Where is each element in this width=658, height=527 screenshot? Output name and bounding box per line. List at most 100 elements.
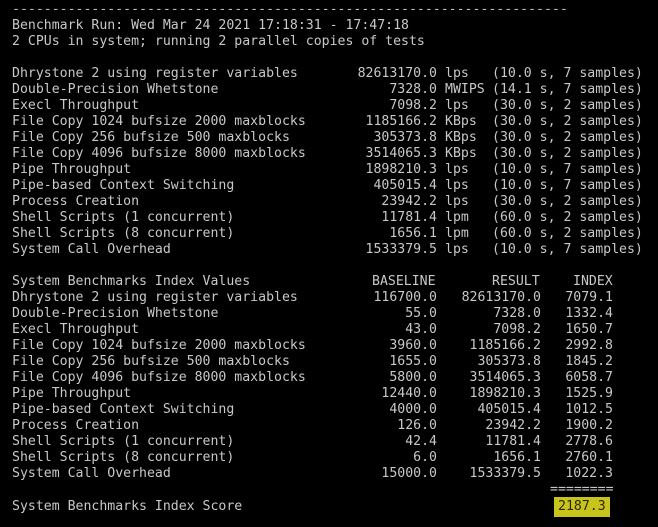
- index-row-baseline: 55.0: [405, 306, 437, 321]
- benchmark-run-line: Benchmark Run: Wed Mar 24 2021 17:18:31 …: [12, 18, 409, 33]
- index-row-result: 23942.2: [485, 418, 541, 433]
- result-samples: (30.0 s, 2 samples): [492, 114, 643, 129]
- score-label: System Benchmarks Index Score: [12, 499, 243, 514]
- result-value: 11781.4: [381, 210, 437, 225]
- index-row-result: 1185166.2: [469, 338, 541, 353]
- index-score-value: 2187.3: [554, 497, 610, 517]
- result-name: Process Creation: [12, 194, 140, 209]
- index-row-name: Process Creation: [12, 418, 140, 433]
- index-row-name: Double-Precision Whetstone: [12, 306, 219, 321]
- index-row-baseline: 3960.0: [389, 338, 437, 353]
- result-unit: lps: [445, 98, 469, 113]
- result-value: 405015.4: [373, 178, 437, 193]
- index-row-index: 7079.1: [565, 290, 613, 305]
- index-table-title: System Benchmarks Index Values: [12, 274, 251, 289]
- result-name: File Copy 256 bufsize 500 maxblocks: [12, 130, 290, 145]
- result-unit: lps: [445, 178, 469, 193]
- result-unit: lps: [445, 194, 469, 209]
- result-header: RESULT: [492, 274, 540, 289]
- result-samples: (10.0 s, 7 samples): [492, 66, 643, 81]
- index-row-index: 2992.8: [565, 338, 613, 353]
- index-row-baseline: 116700.0: [373, 290, 437, 305]
- result-name: File Copy 1024 bufsize 2000 maxblocks: [12, 114, 306, 129]
- index-row-index: 2778.6: [565, 434, 613, 449]
- index-row-name: Shell Scripts (8 concurrent): [12, 450, 235, 465]
- index-row-result: 1656.1: [493, 450, 541, 465]
- result-value: 1898210.3: [365, 162, 437, 177]
- result-unit: KBps: [445, 146, 477, 161]
- result-name: System Call Overhead: [12, 242, 171, 257]
- index-row-result: 7098.2: [493, 322, 541, 337]
- result-value: 23942.2: [381, 194, 437, 209]
- result-value: 1656.1: [389, 226, 437, 241]
- result-unit: lps: [445, 162, 469, 177]
- cpu-info-line: 2 CPUs in system; running 2 parallel cop…: [12, 34, 425, 49]
- index-row-result: 405015.4: [477, 402, 541, 417]
- index-row-index: 1900.2: [565, 418, 613, 433]
- index-row-baseline: 4000.0: [389, 402, 437, 417]
- index-row-baseline: 5800.0: [389, 370, 437, 385]
- result-unit: lps: [445, 66, 469, 81]
- index-row-index: 1012.5: [565, 402, 613, 417]
- result-name: Double-Precision Whetstone: [12, 82, 219, 97]
- index-row-name: File Copy 256 bufsize 500 maxblocks: [12, 354, 290, 369]
- result-samples: (60.0 s, 2 samples): [492, 210, 643, 225]
- index-row-index: 1650.7: [565, 322, 613, 337]
- index-row-name: Dhrystone 2 using register variables: [12, 290, 298, 305]
- index-row-result: 3514065.3: [469, 370, 541, 385]
- score-rule: ========: [550, 482, 614, 497]
- result-unit: KBps: [445, 114, 477, 129]
- result-name: Shell Scripts (8 concurrent): [12, 226, 235, 241]
- result-unit: lpm: [445, 210, 469, 225]
- index-header: INDEX: [573, 274, 613, 289]
- index-row-index: 1845.2: [565, 354, 613, 369]
- result-unit: lpm: [445, 226, 469, 241]
- index-row-baseline: 42.4: [405, 434, 437, 449]
- terminal-window: ----------------------------------------…: [0, 0, 658, 527]
- index-row-index: 1022.3: [565, 466, 613, 481]
- index-row-index: 2760.1: [565, 450, 613, 465]
- index-row-baseline: 6.0: [413, 450, 437, 465]
- index-row-baseline: 15000.0: [381, 466, 437, 481]
- result-samples: (30.0 s, 2 samples): [492, 98, 643, 113]
- result-name: Execl Throughput: [12, 98, 140, 113]
- result-value: 305373.8: [373, 130, 437, 145]
- result-value: 1533379.5: [365, 242, 437, 257]
- index-row-baseline: 12440.0: [381, 386, 437, 401]
- index-row-name: Shell Scripts (1 concurrent): [12, 434, 235, 449]
- result-samples: (60.0 s, 2 samples): [492, 226, 643, 241]
- result-unit: lps: [445, 242, 469, 257]
- index-row-name: Execl Throughput: [12, 322, 140, 337]
- result-name: Pipe Throughput: [12, 162, 132, 177]
- separator-line: ----------------------------------------…: [12, 2, 568, 17]
- result-unit: KBps: [445, 130, 477, 145]
- index-row-result: 82613170.0: [461, 290, 541, 305]
- result-name: Shell Scripts (1 concurrent): [12, 210, 235, 225]
- result-samples: (10.0 s, 7 samples): [492, 242, 643, 257]
- index-row-result: 11781.4: [485, 434, 541, 449]
- baseline-header: BASELINE: [372, 274, 436, 289]
- index-row-name: System Call Overhead: [12, 466, 171, 481]
- index-row-name: File Copy 1024 bufsize 2000 maxblocks: [12, 338, 306, 353]
- result-samples: (14.1 s, 7 samples): [492, 82, 643, 97]
- result-samples: (30.0 s, 2 samples): [492, 194, 643, 209]
- result-samples: (10.0 s, 7 samples): [492, 162, 643, 177]
- result-samples: (10.0 s, 7 samples): [492, 178, 643, 193]
- index-row-name: Pipe-based Context Switching: [12, 402, 235, 417]
- index-row-result: 1898210.3: [469, 386, 541, 401]
- result-value: 7328.0: [389, 82, 437, 97]
- result-name: File Copy 4096 bufsize 8000 maxblocks: [12, 146, 306, 161]
- index-row-name: File Copy 4096 bufsize 8000 maxblocks: [12, 370, 306, 385]
- result-samples: (30.0 s, 2 samples): [492, 130, 643, 145]
- result-value: 7098.2: [389, 98, 437, 113]
- index-row-result: 305373.8: [477, 354, 541, 369]
- result-value: 1185166.2: [365, 114, 437, 129]
- index-row-index: 1525.9: [565, 386, 613, 401]
- result-value: 3514065.3: [365, 146, 437, 161]
- index-row-index: 6058.7: [565, 370, 613, 385]
- result-unit: MWIPS: [445, 82, 485, 97]
- index-row-baseline: 43.0: [405, 322, 437, 337]
- index-row-baseline: 1655.0: [389, 354, 437, 369]
- result-samples: (30.0 s, 2 samples): [492, 146, 643, 161]
- index-row-result: 7328.0: [493, 306, 541, 321]
